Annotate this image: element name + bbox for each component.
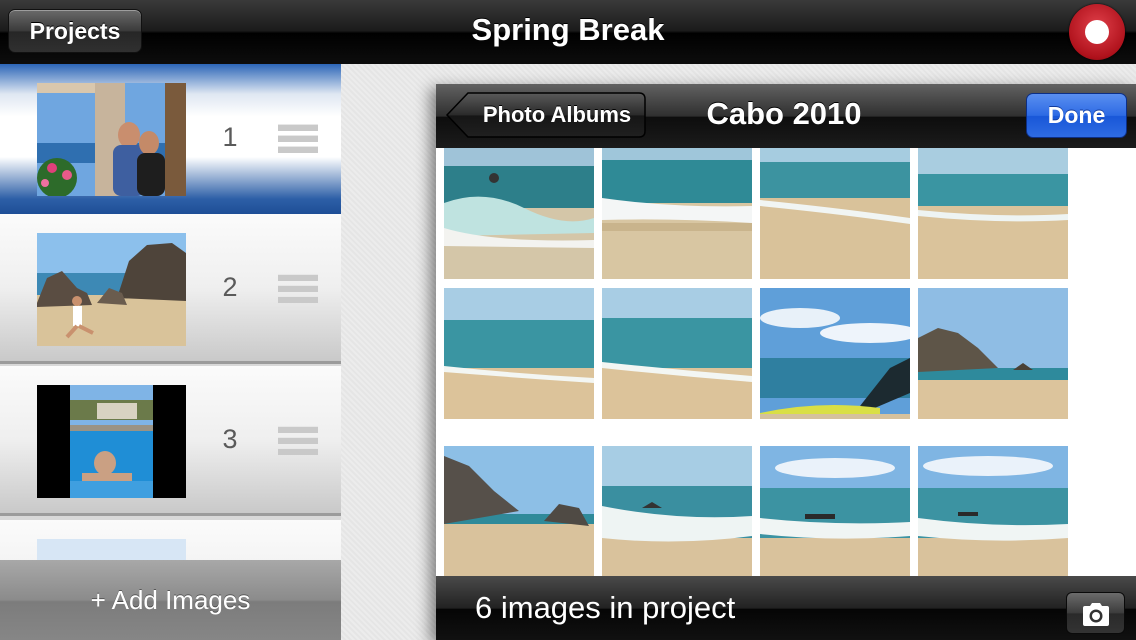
list-item[interactable]: 1 — [0, 64, 341, 214]
photo-thumbnail[interactable] — [760, 148, 910, 279]
add-images-button[interactable]: + Add Images — [0, 560, 341, 640]
album-title: Cabo 2010 — [706, 96, 862, 131]
photo-thumbnail[interactable] — [444, 148, 594, 279]
record-icon[interactable] — [1069, 4, 1125, 60]
photo-thumbnail[interactable] — [602, 446, 752, 576]
reorder-handle-icon[interactable] — [278, 426, 318, 460]
image-order-number: 3 — [222, 424, 238, 454]
list-item[interactable]: 2 — [0, 214, 341, 364]
image-thumbnail — [37, 385, 186, 498]
image-thumbnail — [37, 233, 186, 346]
camera-button[interactable] — [1066, 592, 1125, 634]
photo-thumbnail[interactable] — [444, 446, 594, 576]
photo-thumbnail[interactable] — [918, 288, 1068, 419]
image-thumbnail — [37, 83, 186, 196]
camera-icon — [1083, 603, 1109, 626]
photo-grid — [444, 148, 1068, 576]
page-title: Spring Break — [471, 12, 665, 47]
photo-thumbnail[interactable] — [918, 148, 1068, 279]
photo-thumbnail[interactable] — [444, 288, 594, 419]
photo-thumbnail[interactable] — [602, 288, 752, 419]
image-order-number: 2 — [222, 272, 238, 302]
reorder-handle-icon[interactable] — [278, 274, 318, 308]
photo-thumbnail[interactable] — [918, 446, 1068, 576]
photo-thumbnail[interactable] — [602, 148, 752, 279]
image-order-number: 1 — [222, 122, 238, 152]
back-button-label: Photo Albums — [482, 102, 632, 127]
photo-thumbnail[interactable] — [760, 446, 910, 576]
image-count-status: 6 images in project — [475, 590, 736, 625]
photo-thumbnail[interactable] — [760, 288, 910, 419]
done-button[interactable]: Done — [1026, 93, 1127, 138]
reorder-handle-icon[interactable] — [278, 124, 318, 158]
project-image-list: 1 2 3 + Add Images — [0, 64, 341, 640]
list-item[interactable]: 3 — [0, 366, 341, 516]
photo-albums-back-button[interactable]: Photo Albums — [446, 92, 646, 138]
